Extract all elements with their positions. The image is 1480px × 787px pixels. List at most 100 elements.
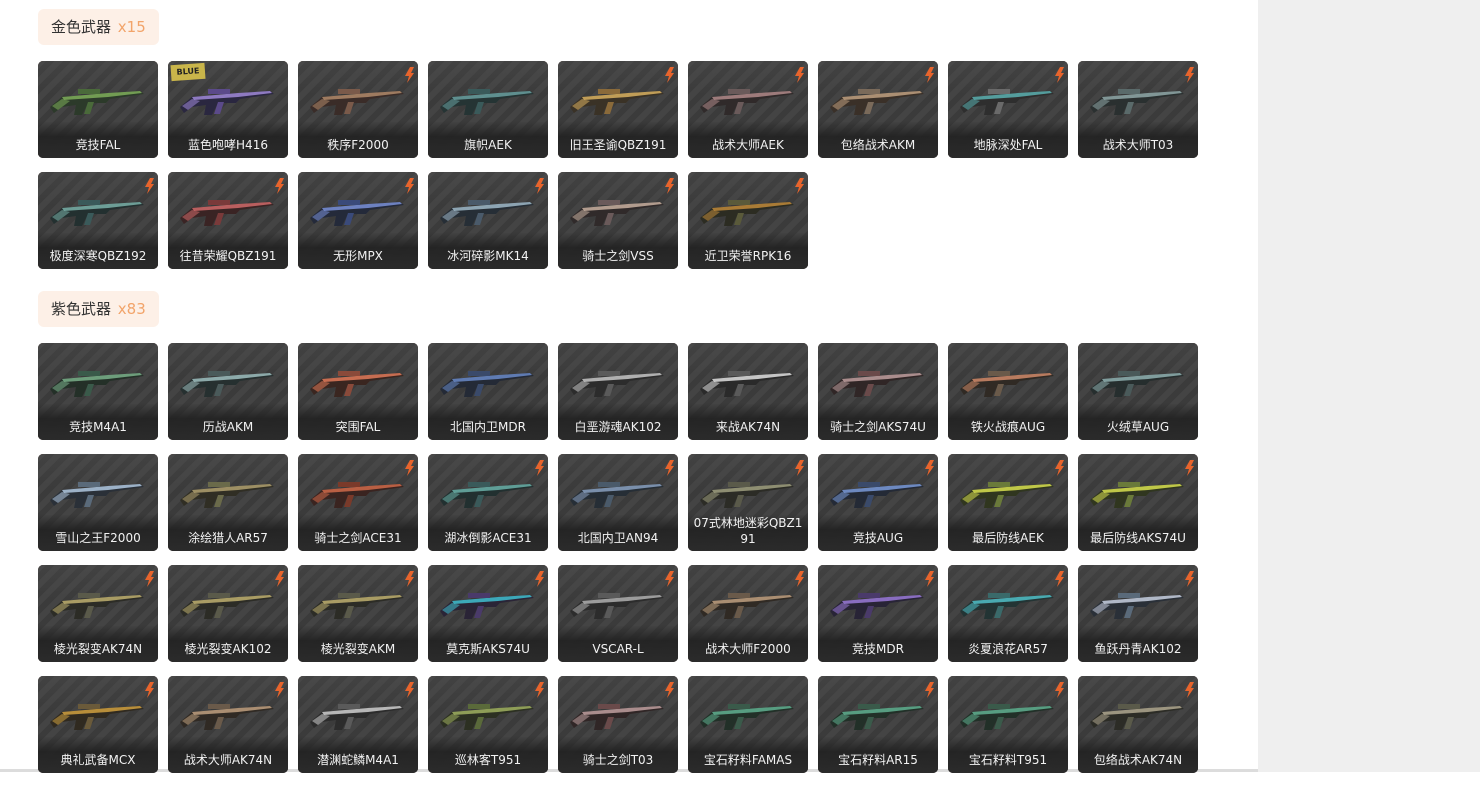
special-tag-icon bbox=[795, 571, 804, 587]
weapon-card[interactable]: 炎夏浪花AR57 bbox=[948, 565, 1068, 662]
weapon-card[interactable]: 火绒草AUG bbox=[1078, 343, 1198, 440]
special-tag-icon bbox=[1185, 460, 1194, 476]
weapon-card[interactable]: 涂绘猎人AR57 bbox=[168, 454, 288, 551]
special-tag-icon bbox=[535, 178, 544, 194]
weapon-card[interactable]: 宝石籽料FAMAS bbox=[688, 676, 808, 773]
special-tag-icon bbox=[405, 178, 414, 194]
right-blank-panel bbox=[1258, 0, 1480, 772]
special-tag-icon bbox=[1185, 571, 1194, 587]
weapon-name: 火绒草AUG bbox=[1106, 420, 1170, 434]
weapon-card[interactable]: 骑士之剑VSS bbox=[558, 172, 678, 269]
weapon-card[interactable]: 突围FAL bbox=[298, 343, 418, 440]
weapon-card[interactable]: 骑士之剑T03 bbox=[558, 676, 678, 773]
weapon-card[interactable]: 秩序F2000 bbox=[298, 61, 418, 158]
weapon-image bbox=[310, 704, 404, 730]
weapon-name: 骑士之剑T03 bbox=[582, 753, 654, 767]
weapon-name: 铁火战痕AUG bbox=[970, 420, 1046, 434]
weapon-card[interactable]: 北国内卫MDR bbox=[428, 343, 548, 440]
weapon-card[interactable]: 战术大师T03 bbox=[1078, 61, 1198, 158]
weapon-card[interactable]: 竞技AUG bbox=[818, 454, 938, 551]
weapon-card[interactable]: 竞技MDR bbox=[818, 565, 938, 662]
weapon-card[interactable]: 极度深寒QBZ192 bbox=[38, 172, 158, 269]
weapon-card[interactable]: 无形MPX bbox=[298, 172, 418, 269]
weapon-card[interactable]: 旧王圣谕QBZ191 bbox=[558, 61, 678, 158]
weapon-image bbox=[440, 704, 534, 730]
weapon-card[interactable]: 包络战术AK74N bbox=[1078, 676, 1198, 773]
special-tag-icon bbox=[795, 460, 804, 476]
weapon-image bbox=[440, 482, 534, 508]
weapon-name: 棱光裂变AK74N bbox=[53, 642, 143, 656]
weapon-image bbox=[830, 704, 924, 730]
weapon-name: 骑士之剑AKS74U bbox=[830, 420, 926, 434]
weapon-card[interactable]: 战术大师F2000 bbox=[688, 565, 808, 662]
weapon-card[interactable]: 宝石籽料T951 bbox=[948, 676, 1068, 773]
weapon-card[interactable]: 白垩游魂AK102 bbox=[558, 343, 678, 440]
weapon-name: 历战AKM bbox=[202, 420, 254, 434]
section-header-gold: 金色武器 x15 bbox=[38, 9, 159, 45]
weapon-image bbox=[830, 89, 924, 115]
weapon-card[interactable]: 旗帜AEK bbox=[428, 61, 548, 158]
weapon-image bbox=[310, 593, 404, 619]
weapon-name: 突围FAL bbox=[335, 420, 381, 434]
weapon-image bbox=[960, 371, 1054, 397]
weapon-card[interactable]: 湖冰倒影ACE31 bbox=[428, 454, 548, 551]
weapon-card[interactable]: 地脉深处FAL bbox=[948, 61, 1068, 158]
weapon-card[interactable]: 莫克斯AKS74U bbox=[428, 565, 548, 662]
weapon-card[interactable]: 巡林客T951 bbox=[428, 676, 548, 773]
special-tag-icon bbox=[1185, 67, 1194, 83]
weapon-name: 竞技FAL bbox=[75, 138, 121, 152]
weapon-card[interactable]: 棱光裂变AKM bbox=[298, 565, 418, 662]
weapon-name: 来战AK74N bbox=[715, 420, 781, 434]
weapon-name: 近卫荣誉RPK16 bbox=[704, 249, 792, 263]
weapon-card[interactable]: 雪山之王F2000 bbox=[38, 454, 158, 551]
weapon-name: 莫克斯AKS74U bbox=[446, 642, 530, 656]
weapon-name: 涂绘猎人AR57 bbox=[188, 531, 268, 545]
weapon-card[interactable]: 潜渊蛇鳞M4A1 bbox=[298, 676, 418, 773]
weapon-card[interactable]: 最后防线AKS74U bbox=[1078, 454, 1198, 551]
weapon-image bbox=[960, 704, 1054, 730]
weapon-card[interactable]: 竞技FAL bbox=[38, 61, 158, 158]
weapon-card[interactable]: 宝石籽料AR15 bbox=[818, 676, 938, 773]
weapon-name: 棱光裂变AK102 bbox=[184, 642, 272, 656]
weapon-image bbox=[440, 200, 534, 226]
weapon-card[interactable]: 典礼武备MCX bbox=[38, 676, 158, 773]
weapon-name: 宝石籽料FAMAS bbox=[703, 753, 793, 767]
weapon-card[interactable]: 07式林地迷彩QBZ191 bbox=[688, 454, 808, 551]
weapon-card[interactable]: 战术大师AEK bbox=[688, 61, 808, 158]
weapon-image bbox=[960, 482, 1054, 508]
weapon-card[interactable]: 骑士之剑ACE31 bbox=[298, 454, 418, 551]
weapon-card[interactable]: 最后防线AEK bbox=[948, 454, 1068, 551]
weapon-name: 战术大师F2000 bbox=[705, 642, 791, 656]
weapon-name: 宝石籽料T951 bbox=[968, 753, 1048, 767]
weapon-image bbox=[310, 89, 404, 115]
weapon-card[interactable]: 骑士之剑AKS74U bbox=[818, 343, 938, 440]
weapon-name: 包络战术AKM bbox=[840, 138, 916, 152]
weapon-card[interactable]: 铁火战痕AUG bbox=[948, 343, 1068, 440]
weapon-image bbox=[570, 482, 664, 508]
weapon-name: 骑士之剑ACE31 bbox=[314, 531, 402, 545]
weapon-card[interactable]: 历战AKM bbox=[168, 343, 288, 440]
weapon-card[interactable]: 棱光裂变AK74N bbox=[38, 565, 158, 662]
weapon-card[interactable]: 冰河碎影MK14 bbox=[428, 172, 548, 269]
weapon-card[interactable]: 北国内卫AN94 bbox=[558, 454, 678, 551]
weapon-image bbox=[50, 482, 144, 508]
weapon-card[interactable]: 包络战术AKM bbox=[818, 61, 938, 158]
weapon-image bbox=[1090, 482, 1184, 508]
weapon-card[interactable]: 竞技M4A1 bbox=[38, 343, 158, 440]
special-tag-icon bbox=[665, 571, 674, 587]
weapon-name: 潜渊蛇鳞M4A1 bbox=[317, 753, 399, 767]
weapon-name: 棱光裂变AKM bbox=[320, 642, 396, 656]
weapon-card[interactable]: 战术大师AK74N bbox=[168, 676, 288, 773]
weapon-name: VSCAR-L bbox=[592, 642, 644, 656]
weapon-image bbox=[50, 704, 144, 730]
weapon-card[interactable]: VSCAR-L bbox=[558, 565, 678, 662]
weapon-card[interactable]: 近卫荣誉RPK16 bbox=[688, 172, 808, 269]
weapon-card[interactable]: BLUE 蓝色咆哮H416 bbox=[168, 61, 288, 158]
weapon-image bbox=[960, 89, 1054, 115]
special-tag-icon bbox=[275, 178, 284, 194]
weapon-name: 旧王圣谕QBZ191 bbox=[569, 138, 667, 152]
weapon-card[interactable]: 来战AK74N bbox=[688, 343, 808, 440]
weapon-card[interactable]: 棱光裂变AK102 bbox=[168, 565, 288, 662]
weapon-card[interactable]: 鱼跃丹青AK102 bbox=[1078, 565, 1198, 662]
weapon-card[interactable]: 往昔荣耀QBZ191 bbox=[168, 172, 288, 269]
